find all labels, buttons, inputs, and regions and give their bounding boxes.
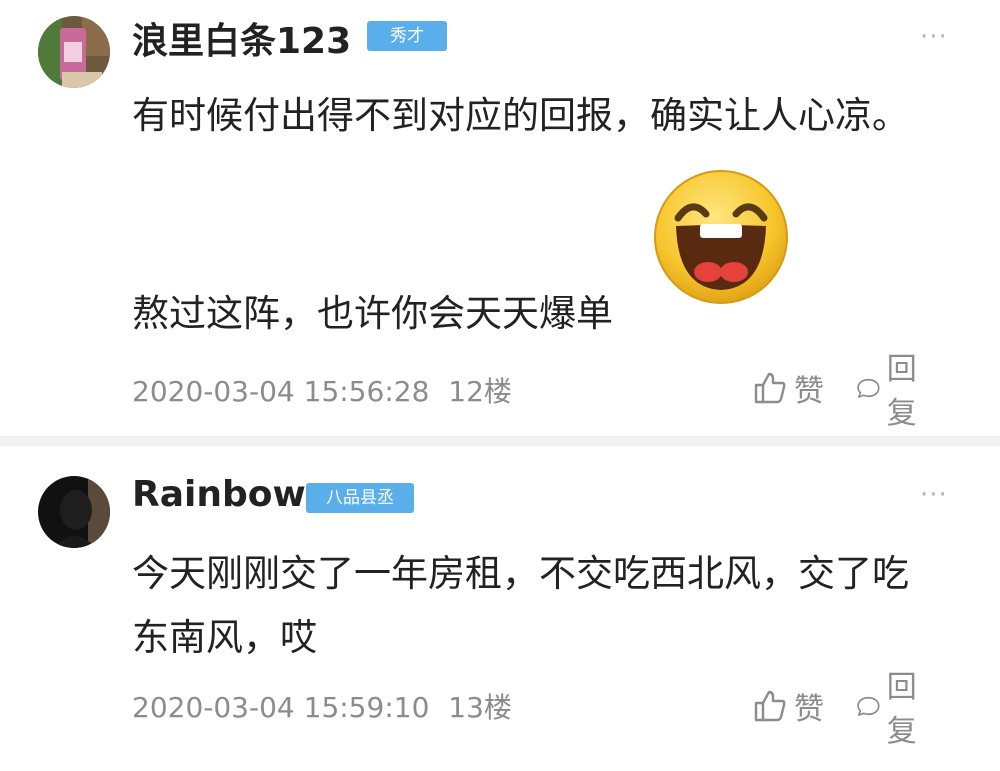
reply-label: 回复 (886, 352, 917, 431)
floor-number: 13楼 (448, 691, 512, 724)
laughing-face-icon (654, 170, 788, 304)
username[interactable]: Rainbow (132, 474, 306, 515)
comment-text-line: 今天刚刚交了一年房租，不交吃西北风，交了吃 (132, 552, 909, 595)
reply-label: 回复 (886, 670, 917, 749)
like-label: 赞 (794, 692, 824, 727)
thumbs-up-icon (754, 372, 786, 404)
thumbs-up-icon (754, 690, 786, 722)
avatar[interactable] (38, 16, 110, 88)
rank-badge: 八品县丞 (306, 483, 414, 513)
more-options-icon[interactable]: ··· (920, 480, 948, 510)
timestamp: 2020-03-04 15:56:28 (132, 375, 430, 408)
rank-badge: 秀才 (367, 21, 447, 51)
comment-text-line: 有时候付出得不到对应的回报，确实让人心凉。 (132, 94, 909, 137)
divider (0, 436, 1000, 446)
like-button[interactable]: 赞 (752, 686, 824, 727)
avatar-image (38, 16, 110, 88)
speech-bubble-icon (857, 696, 880, 716)
comment-meta: 2020-03-04 15:56:28 12楼 (132, 370, 512, 410)
comment-item: 浪里白条123 秀才 ··· 有时候付出得不到对应的回报，确实让人心凉。 熬过这… (0, 0, 1000, 436)
comment-item: Rainbow 八品县丞 ··· 今天刚刚交了一年房租，不交吃西北风，交了吃 东… (0, 446, 1000, 771)
more-options-icon[interactable]: ··· (920, 22, 948, 52)
comment-text-line: 东南风，哎 (132, 616, 317, 659)
reply-button[interactable]: 回复 (856, 352, 928, 431)
avatar[interactable] (38, 476, 110, 548)
floor-number: 12楼 (448, 375, 512, 408)
username[interactable]: 浪里白条123 (132, 12, 351, 64)
like-button[interactable]: 赞 (752, 368, 824, 409)
timestamp: 2020-03-04 15:59:10 (132, 691, 430, 724)
reply-button[interactable]: 回复 (856, 670, 928, 749)
comment-meta: 2020-03-04 15:59:10 13楼 (132, 686, 512, 726)
like-label: 赞 (794, 374, 824, 409)
avatar-image (38, 476, 110, 548)
speech-bubble-icon (857, 378, 880, 398)
comment-text-line: 熬过这阵，也许你会天天爆单 (132, 292, 613, 335)
